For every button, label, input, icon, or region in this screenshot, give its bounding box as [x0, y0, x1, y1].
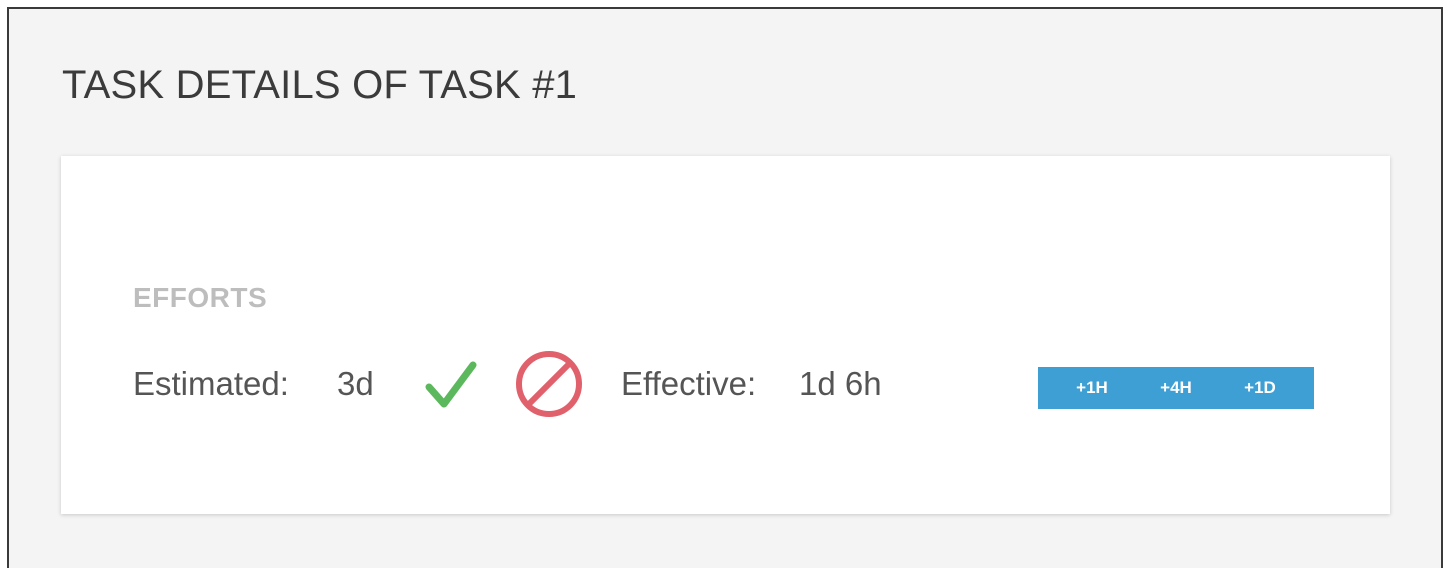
check-icon[interactable]	[425, 360, 477, 410]
task-details-card: EFFORTS Estimated: 3d Effective: 1d 6h +…	[61, 156, 1390, 514]
effective-label: Effective:	[621, 365, 757, 402]
page-title: TASK DETAILS OF TASK #1	[62, 63, 578, 107]
add-4-hours-button[interactable]: +4H	[1160, 378, 1192, 398]
add-1-hour-button[interactable]: +1H	[1076, 378, 1108, 398]
cancel-icon[interactable]	[513, 348, 585, 420]
efforts-section-label: EFFORTS	[133, 282, 268, 313]
estimated-label: Estimated:	[133, 365, 289, 402]
effort-button-group: +1H +4H +1D	[1038, 367, 1314, 409]
estimated-value: 3d	[337, 365, 374, 402]
window-frame: TASK DETAILS OF TASK #1 EFFORTS Estimate…	[7, 7, 1443, 568]
add-1-day-button[interactable]: +1D	[1244, 378, 1276, 398]
effective-value: 1d 6h	[799, 365, 882, 402]
